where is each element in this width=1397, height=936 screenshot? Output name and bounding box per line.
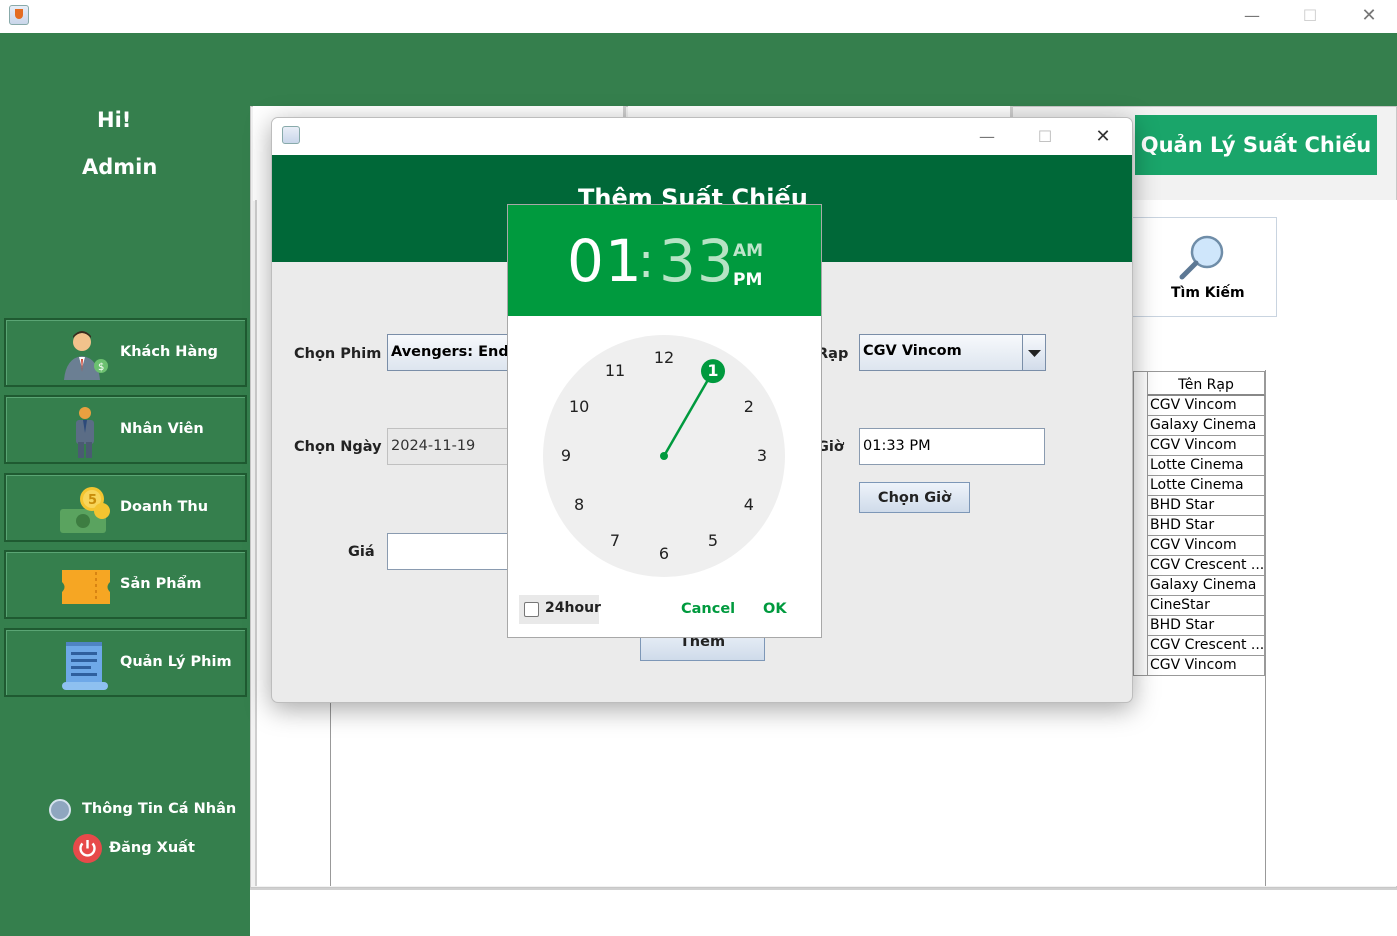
clock-number-1[interactable]: 1	[698, 360, 728, 382]
sidebar-item-revenue[interactable]: 5 Doanh Thu	[4, 473, 247, 542]
24hour-label: 24hour	[545, 600, 601, 616]
sidebar-item-label: Sản Phẩm	[120, 576, 202, 592]
close-button[interactable]: ✕	[1340, 0, 1397, 30]
search-label: Tìm Kiếm	[1171, 285, 1245, 301]
ok-button[interactable]: OK	[763, 601, 787, 617]
cinema-column: Tên Rạp CGV Vincom Galaxy Cinema CGV Vin…	[1147, 371, 1265, 676]
table-row[interactable]: CGV Vincom	[1147, 436, 1265, 456]
table-row[interactable]: CGV Crescent ...	[1147, 556, 1265, 576]
greeting-user: Admin	[82, 155, 158, 179]
chevron-down-icon	[1028, 350, 1041, 357]
table-row[interactable]: CGV Vincom	[1147, 396, 1265, 416]
sidebar-item-products[interactable]: Sản Phẩm	[4, 550, 247, 619]
clock-number-11[interactable]: 11	[600, 360, 630, 382]
search-button[interactable]: Tìm Kiếm	[1120, 217, 1277, 317]
date-field[interactable]: 2024-11-19	[387, 428, 517, 465]
customer-icon: $	[64, 331, 108, 380]
svg-text:$: $	[98, 362, 104, 373]
sidebar-item-employees[interactable]: Nhân Viên	[4, 395, 247, 464]
clock-face[interactable]: 12 1 2 3 4 5 6 7 8 9 10 11	[543, 335, 785, 577]
pm-toggle[interactable]: PM	[733, 270, 762, 290]
table-column	[1133, 371, 1147, 676]
table-row[interactable]: CGV Vincom	[1147, 656, 1265, 676]
employee-icon	[76, 407, 94, 458]
minute-display[interactable]: 33	[659, 227, 735, 295]
search-icon	[1179, 235, 1224, 280]
top-band	[250, 33, 1397, 106]
sidebar-item-label: Khách Hàng	[120, 344, 218, 360]
hour-display[interactable]: 01	[567, 227, 643, 295]
dialog-minimize-button[interactable]: —	[958, 120, 1016, 152]
clock-center	[660, 452, 668, 460]
sidebar-item-movies[interactable]: Quản Lý Phim	[4, 628, 247, 697]
minimize-button[interactable]: —	[1223, 0, 1281, 30]
time-field[interactable]: 01:33 PM	[859, 428, 1045, 465]
sidebar-item-customers[interactable]: $ Khách Hàng	[4, 318, 247, 387]
clock-number-9[interactable]: 9	[551, 445, 581, 467]
dialog-maximize-button[interactable]: ☐	[1016, 120, 1074, 152]
table-row[interactable]: BHD Star	[1147, 616, 1265, 636]
dialog-close-button[interactable]: ✕	[1074, 120, 1132, 152]
24hour-checkbox[interactable]	[524, 602, 539, 617]
greeting-hi: Hi!	[97, 108, 132, 132]
cinema-select-value: CGV Vincom	[863, 343, 962, 359]
clock-number-2[interactable]: 2	[734, 396, 764, 418]
profile-link[interactable]: Thông Tin Cá Nhân	[82, 801, 236, 817]
page-title: Quản Lý Suất Chiếu	[1135, 115, 1377, 175]
maximize-button[interactable]: ☐	[1281, 0, 1339, 30]
clock-number-7[interactable]: 7	[600, 530, 630, 552]
dropdown-arrow[interactable]	[1022, 335, 1045, 370]
java-app-icon	[282, 126, 300, 144]
film-label: Chọn Phim	[294, 346, 382, 362]
24hour-toggle[interactable]: 24hour	[519, 595, 601, 624]
film-list-icon	[62, 642, 108, 690]
choose-time-button[interactable]: Chọn Giờ	[859, 482, 970, 513]
table-row[interactable]: CineStar	[1147, 596, 1265, 616]
sidebar-item-label: Quản Lý Phim	[120, 654, 232, 670]
clock-number-10[interactable]: 10	[564, 396, 594, 418]
film-select[interactable]: Avengers: Endga	[387, 334, 517, 371]
logout-link[interactable]: Đăng Xuất	[109, 840, 195, 856]
svg-text:5: 5	[88, 493, 97, 508]
status-area	[250, 888, 1397, 936]
window-titlebar: — ☐ ✕	[0, 0, 1397, 33]
revenue-icon: 5	[60, 487, 110, 533]
time-picker: 01 : 33 AM PM 12 1 2 3 4 5 6 7 8 9 10 11 24hour Can…	[507, 204, 822, 638]
table-row[interactable]: Lotte Cinema	[1147, 476, 1265, 496]
table-row[interactable]: Galaxy Cinema	[1147, 416, 1265, 436]
table-row[interactable]: BHD Star	[1147, 516, 1265, 536]
date-label: Chọn Ngày	[294, 439, 382, 455]
table-row[interactable]: CGV Crescent ...	[1147, 636, 1265, 656]
ticket-icon	[62, 570, 110, 604]
cinema-select[interactable]: CGV Vincom	[859, 334, 1046, 371]
time-separator: :	[638, 233, 655, 289]
user-profile-icon	[49, 799, 71, 821]
table-row[interactable]: BHD Star	[1147, 496, 1265, 516]
power-icon	[73, 834, 102, 863]
sidebar-item-label: Doanh Thu	[120, 499, 209, 515]
table-row[interactable]: Lotte Cinema	[1147, 456, 1265, 476]
am-toggle[interactable]: AM	[733, 241, 763, 261]
table-row[interactable]: Galaxy Cinema	[1147, 576, 1265, 596]
clock-number-5[interactable]: 5	[698, 530, 728, 552]
price-field[interactable]	[387, 533, 517, 570]
price-label: Giá	[348, 544, 375, 560]
java-app-icon	[9, 5, 29, 25]
column-header[interactable]: Tên Rạp	[1147, 371, 1265, 396]
clock-number-6[interactable]: 6	[649, 543, 679, 565]
clock-number-4[interactable]: 4	[734, 494, 764, 516]
clock-number-3[interactable]: 3	[747, 445, 777, 467]
cancel-button[interactable]: Cancel	[681, 601, 735, 617]
clock-number-12[interactable]: 12	[649, 347, 679, 369]
clock-number-8[interactable]: 8	[564, 494, 594, 516]
clock-hand	[662, 370, 715, 457]
table-row[interactable]: CGV Vincom	[1147, 536, 1265, 556]
sidebar-item-label: Nhân Viên	[120, 421, 204, 437]
dialog-titlebar: — ☐ ✕	[272, 118, 1132, 155]
